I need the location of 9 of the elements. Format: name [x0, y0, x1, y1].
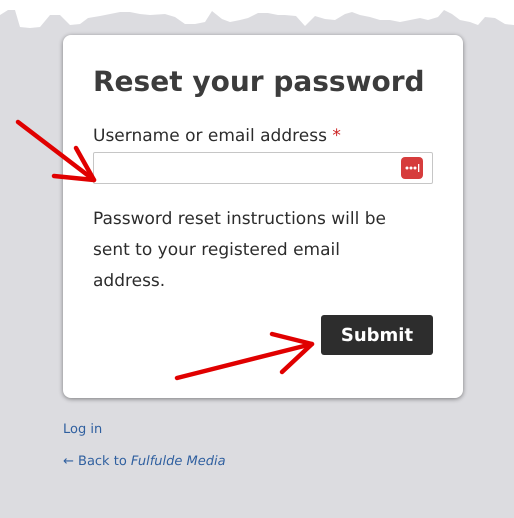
login-link[interactable]: Log in	[63, 420, 102, 440]
required-mark: *	[332, 126, 341, 146]
submit-button[interactable]: Submit	[321, 315, 433, 355]
field-label: Username or email address	[93, 126, 327, 146]
password-manager-icon[interactable]	[401, 157, 423, 179]
back-link[interactable]: ← Back to Fulfulde Media	[63, 452, 226, 472]
form-title: Reset your password	[93, 64, 426, 100]
help-text: Password reset instructions will be sent to your registered email address.	[93, 208, 387, 293]
input-field[interactable]	[93, 152, 433, 184]
